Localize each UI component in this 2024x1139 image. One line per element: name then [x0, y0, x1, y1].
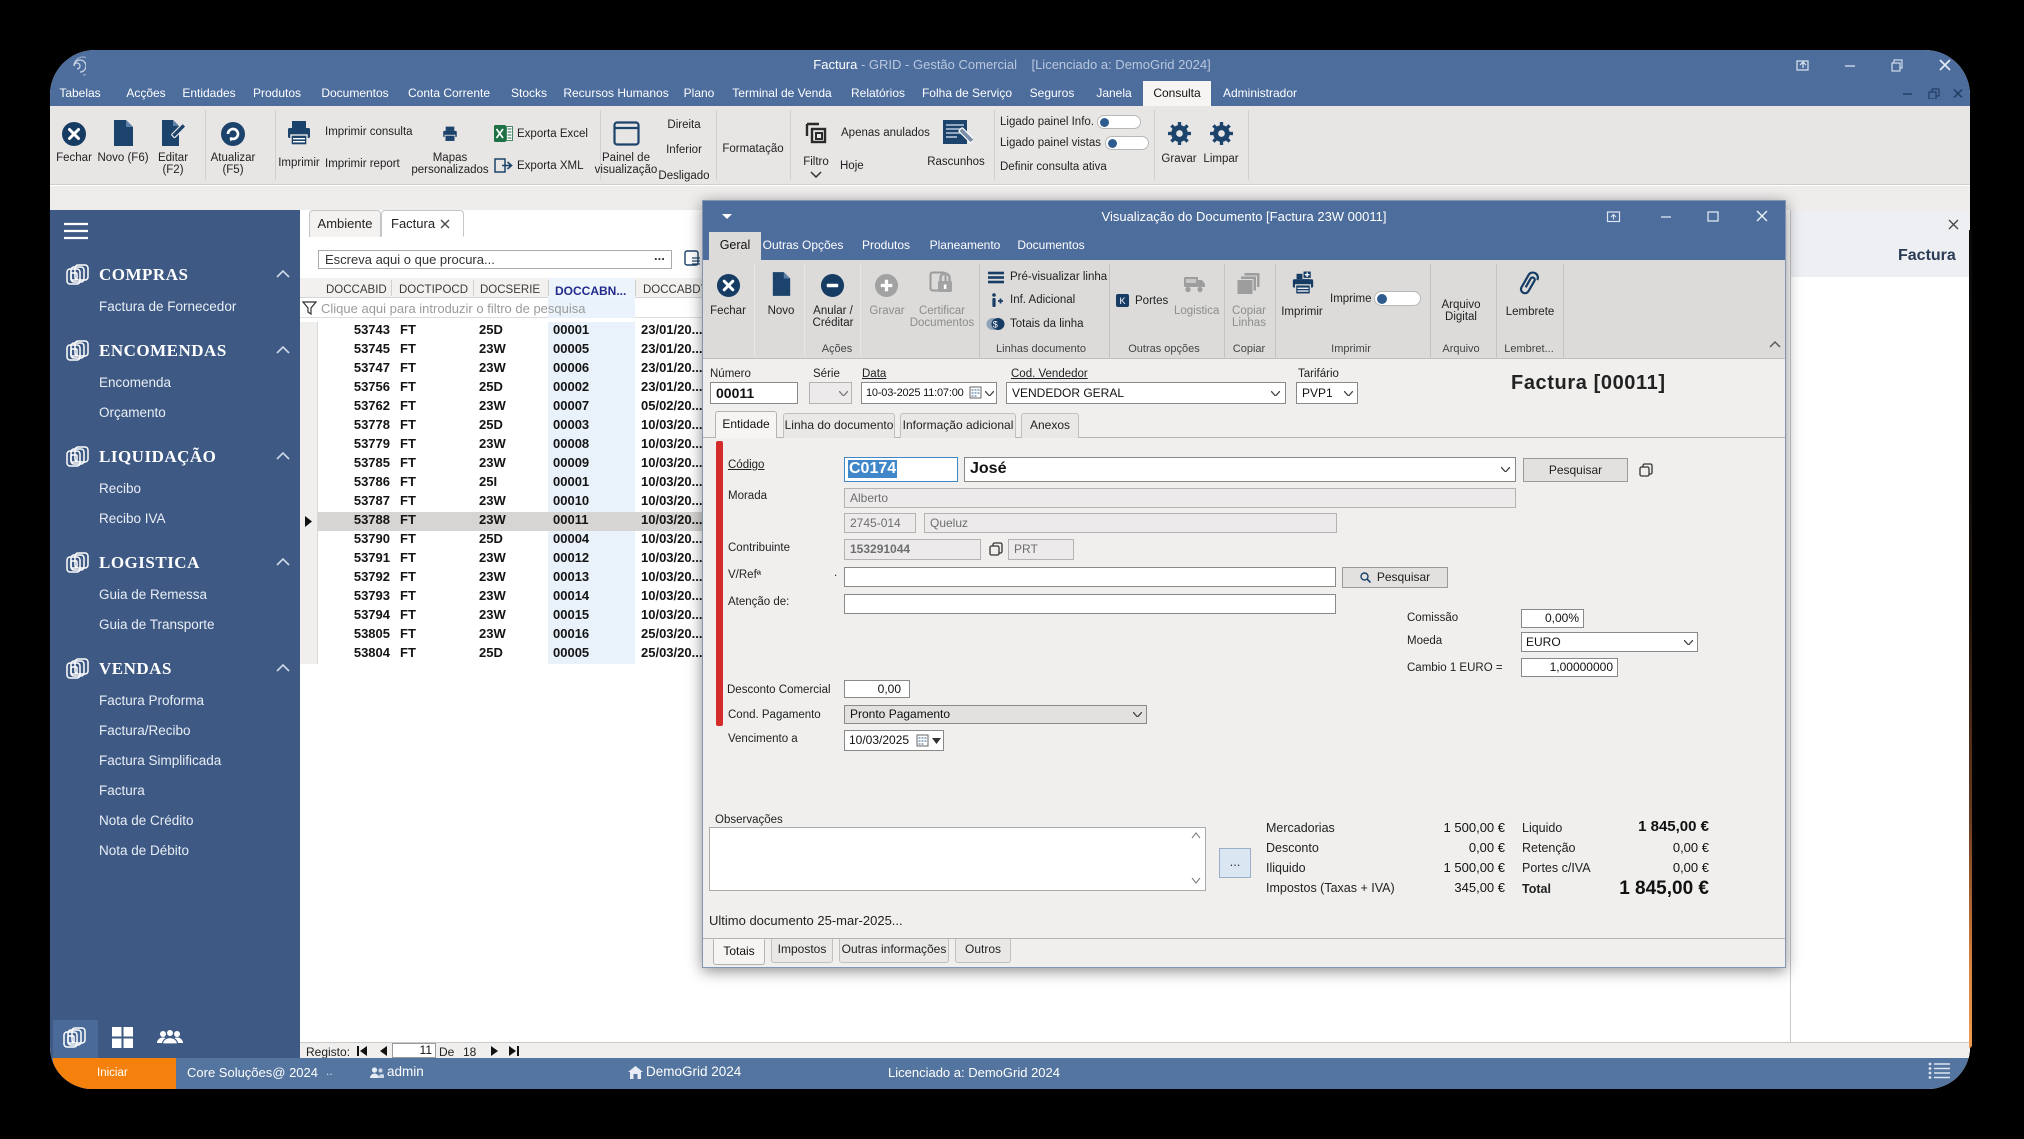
svg-text:$: $	[993, 319, 998, 329]
svg-text:K: K	[1119, 296, 1125, 306]
